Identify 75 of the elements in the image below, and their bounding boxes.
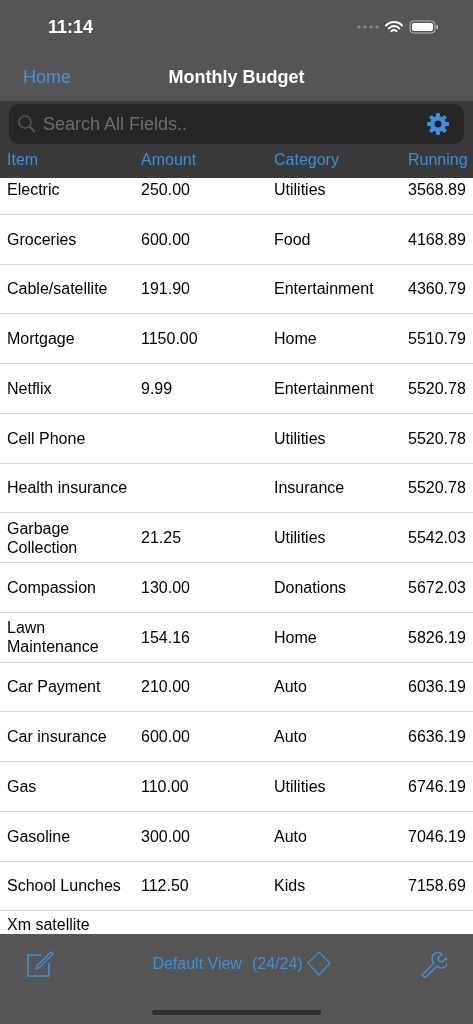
- table-cell-text: 4168.89: [408, 229, 467, 249]
- table-cell-text: Groceries: [7, 229, 78, 249]
- table-cell-text: 154.16: [141, 627, 191, 647]
- table-cell-text: 5510.79: [408, 329, 467, 349]
- table-cell-text: Mortgage: [7, 329, 76, 349]
- table-cell-text: Auto: [274, 826, 308, 846]
- table-cell-text: 130.00: [141, 577, 191, 597]
- nav-title: Monthly Budget: [168, 65, 305, 89]
- wrench-icon[interactable]: [419, 950, 447, 978]
- table-cell-text: Entertainment: [274, 279, 375, 299]
- table-cell-text: 6036.19: [408, 677, 467, 697]
- table-cell-text: 5542.03: [408, 528, 467, 548]
- table-cell-text: 112.50: [141, 876, 190, 896]
- table-cell-text: Car Payment: [7, 677, 102, 697]
- table-cell-text: 4360.79: [408, 279, 467, 299]
- column-header[interactable]: Running: [408, 148, 473, 172]
- diamond-icon: [306, 951, 331, 977]
- table-cell-text: Auto: [274, 677, 308, 697]
- table-cell-text: Compassion: [7, 577, 97, 597]
- table-cell-text: 21.25: [141, 528, 183, 548]
- wifi-icon: [385, 20, 403, 34]
- table-cell-text: Utilities: [274, 776, 327, 796]
- table-cell-text: 210.00: [141, 677, 191, 697]
- table-cell-text: 600.00: [141, 727, 191, 747]
- column-header[interactable]: Item: [7, 148, 141, 172]
- table-cell-text: Netflix: [7, 378, 53, 398]
- table-cell-text: 7046.19: [408, 826, 467, 846]
- table-cell-text: 191.90: [141, 279, 191, 299]
- table-cell-text: Donations: [274, 577, 348, 597]
- table-cell-text: 7158.69: [408, 876, 467, 896]
- table-cell-text: Gasoline: [7, 826, 72, 846]
- table-cell-text: Health insurance: [7, 478, 129, 498]
- battery-icon: [409, 20, 439, 34]
- status-time: 11:14: [48, 15, 94, 39]
- table-cell-text: Insurance: [274, 478, 346, 498]
- table-cell-text: Garbage Collection: [7, 518, 79, 557]
- table-cell-text: 250.00: [141, 179, 191, 199]
- search-field[interactable]: Search All Fields..: [9, 104, 464, 144]
- view-selector-button[interactable]: Default View (24/24): [142, 951, 331, 977]
- table-cell-text: Gas: [7, 776, 38, 796]
- table-cell-text: Lawn Maintenance: [7, 618, 100, 657]
- back-button[interactable]: Home: [23, 63, 71, 91]
- table-cell-text: Utilities: [274, 179, 327, 199]
- table-cell-text: Kids: [274, 876, 307, 896]
- table-cell-text: Home: [274, 329, 318, 349]
- table-cell-text: Auto: [274, 727, 308, 747]
- table-cell-text: Cell Phone: [7, 428, 87, 448]
- table-cell-text: School Lunches: [7, 876, 122, 896]
- compose-icon[interactable]: [26, 950, 54, 978]
- signal-icon: [357, 25, 379, 29]
- table-cell-text: Xm satellite: [7, 915, 91, 935]
- table-cell-text: Utilities: [274, 528, 327, 548]
- search-icon: [17, 114, 37, 134]
- table-cell-text: 110.00: [141, 776, 190, 796]
- table-cell-text: 1150.00: [141, 329, 199, 349]
- table-cell-text: Utilities: [274, 428, 327, 448]
- table-cell-text: 6746.19: [408, 776, 467, 796]
- table-cell-text: Home: [274, 627, 318, 647]
- table-cell-text: 600.00: [141, 229, 191, 249]
- table-cell-text: 6636.19: [408, 727, 467, 747]
- table-cell-text: 5520.78: [408, 378, 467, 398]
- table-cell-text: 9.99: [141, 378, 174, 398]
- table-cell-text: Cable/satellite: [7, 279, 109, 299]
- table-cell-text: Car insurance: [7, 727, 108, 747]
- table-cell-text: Food: [274, 229, 312, 249]
- table-cell-text: 5826.19: [408, 627, 467, 647]
- column-header[interactable]: Amount: [141, 148, 274, 172]
- table-cell-text: 3568.89: [408, 179, 467, 199]
- table-cell-text: 5672.03: [408, 577, 467, 597]
- column-header[interactable]: Category: [274, 148, 408, 172]
- table-cell-text: 5520.78: [408, 428, 467, 448]
- table-cell-text: Entertainment: [274, 378, 375, 398]
- table-cell-text: Electric: [7, 179, 61, 199]
- table-cell-text: 300.00: [141, 826, 191, 846]
- table-cell-text: 5520.78: [408, 478, 467, 498]
